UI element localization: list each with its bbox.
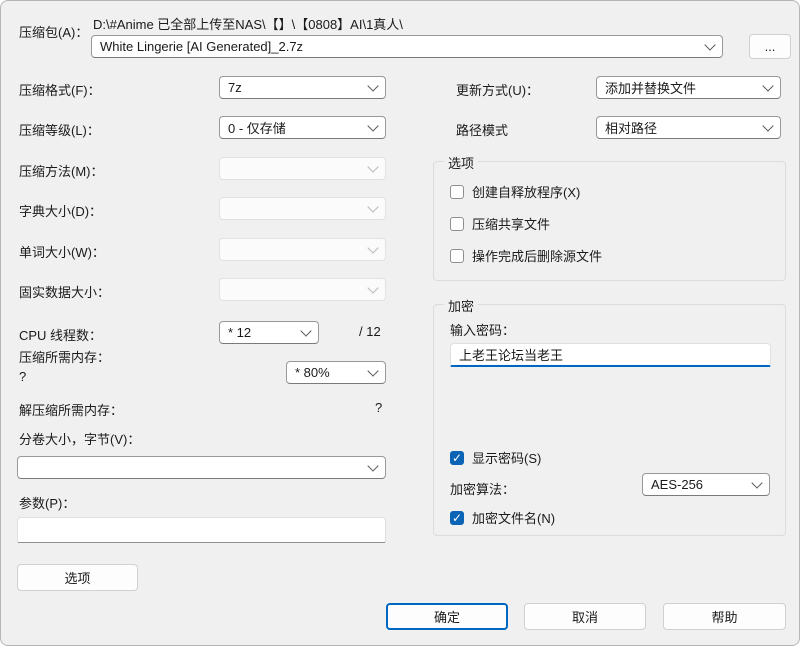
- volume-size-combobox[interactable]: [17, 456, 386, 479]
- chevron-down-icon: [300, 324, 312, 337]
- format-label: 压缩格式(F)：: [19, 83, 101, 98]
- chevron-down-icon: [367, 364, 379, 377]
- ok-button-label: 确定: [433, 610, 460, 625]
- chevron-down-icon: [367, 119, 379, 132]
- checkbox-box: [450, 184, 464, 199]
- archive-name-value: White Lingerie [AI Generated]_2.7z: [100, 39, 304, 54]
- dictionary-label: 字典大小(D)：: [19, 204, 103, 219]
- checkbox-box: [450, 450, 464, 465]
- chevron-down-icon: [367, 241, 379, 254]
- encryption-method-combobox[interactable]: AES-256: [642, 473, 770, 496]
- encryption-method-value: AES-256: [651, 477, 704, 492]
- archive-name-combobox[interactable]: White Lingerie [AI Generated]_2.7z: [91, 35, 723, 58]
- parameters-input[interactable]: [17, 517, 386, 543]
- checkbox-label: 压缩共享文件: [472, 217, 551, 232]
- chevron-down-icon: [367, 459, 379, 472]
- encryption-group-title: 加密: [444, 296, 479, 315]
- memory-compress-combobox[interactable]: * 80%: [286, 361, 386, 384]
- path-mode-combobox[interactable]: 相对路径: [596, 116, 781, 139]
- chevron-down-icon: [367, 281, 379, 294]
- method-combobox: [219, 157, 386, 180]
- method-label: 压缩方法(M)：: [19, 164, 104, 179]
- checkbox-label: 操作完成后删除源文件: [472, 249, 603, 264]
- archive-label: 压缩包(A)：: [19, 25, 89, 40]
- options-group-title: 选项: [444, 153, 479, 172]
- chevron-down-icon: [367, 160, 379, 173]
- update-mode-value: 添加并替换文件: [605, 81, 697, 96]
- solid-size-label: 固实数据大小：: [19, 285, 111, 300]
- format-value: 7z: [228, 80, 242, 95]
- checkbox-label: 加密文件名(N): [472, 511, 556, 526]
- checkbox-label: 创建自释放程序(X): [472, 185, 581, 200]
- chevron-down-icon: [762, 79, 774, 92]
- options-button-label: 选项: [64, 571, 91, 586]
- word-size-combobox: [219, 238, 386, 261]
- password-input[interactable]: 上老王论坛当老王: [450, 343, 771, 367]
- chevron-down-icon: [762, 119, 774, 132]
- memory-compress-value: * 80%: [295, 365, 330, 380]
- memory-decompress-value: ?: [375, 400, 383, 415]
- cancel-button[interactable]: 取消: [524, 603, 646, 630]
- password-value: 上老王论坛当老王: [459, 348, 564, 363]
- encryption-groupbox: 加密 输入密码： 上老王论坛当老王 显示密码(S) 加密算法： AES-256 …: [433, 296, 786, 536]
- checkbox-box: [450, 248, 464, 263]
- browse-button[interactable]: ...: [749, 34, 791, 59]
- ok-button[interactable]: 确定: [386, 603, 508, 630]
- help-button-label: 帮助: [711, 610, 738, 625]
- help-button[interactable]: 帮助: [663, 603, 786, 630]
- cpu-threads-max: / 12: [359, 324, 381, 339]
- password-label: 输入密码：: [450, 323, 516, 338]
- checkbox-show-password[interactable]: 显示密码(S): [450, 448, 541, 467]
- checkbox-compress-shared[interactable]: 压缩共享文件: [450, 214, 550, 233]
- cancel-button-label: 取消: [571, 610, 598, 625]
- cpu-threads-combobox[interactable]: * 12: [219, 321, 319, 344]
- path-mode-label: 路径模式: [456, 123, 509, 138]
- level-label: 压缩等级(L)：: [19, 123, 100, 138]
- volume-size-label: 分卷大小，字节(V)：: [19, 432, 141, 447]
- archive-path: D:\#Anime 已全部上传至NAS\【】\【0808】AI\1真人\: [93, 17, 403, 32]
- memory-compress-label: 压缩所需内存：: [19, 350, 111, 365]
- format-combobox[interactable]: 7z: [219, 76, 386, 99]
- checkbox-create-sfx[interactable]: 创建自释放程序(X): [450, 182, 580, 201]
- chevron-down-icon: [367, 79, 379, 92]
- update-mode-label: 更新方式(U)：: [456, 83, 540, 98]
- update-mode-combobox[interactable]: 添加并替换文件: [596, 76, 781, 99]
- encryption-method-label: 加密算法：: [450, 482, 516, 497]
- checkbox-delete-after[interactable]: 操作完成后删除源文件: [450, 246, 602, 265]
- chevron-down-icon: [751, 476, 763, 489]
- level-value: 0 - 仅存储: [228, 121, 286, 136]
- cpu-threads-label: CPU 线程数：: [19, 328, 103, 343]
- cpu-threads-value: * 12: [228, 325, 252, 340]
- memory-compress-hint: ?: [19, 369, 27, 384]
- checkbox-encrypt-filenames[interactable]: 加密文件名(N): [450, 508, 555, 527]
- browse-button-label: ...: [764, 39, 776, 54]
- checkbox-box: [450, 216, 464, 231]
- checkbox-box: [450, 510, 464, 525]
- add-to-archive-dialog: 压缩包(A)： D:\#Anime 已全部上传至NAS\【】\【0808】AI\…: [0, 0, 800, 646]
- memory-decompress-label: 解压缩所需内存：: [19, 403, 124, 418]
- word-size-label: 单词大小(W)：: [19, 245, 105, 260]
- level-combobox[interactable]: 0 - 仅存储: [219, 116, 386, 139]
- chevron-down-icon: [367, 200, 379, 213]
- checkbox-label: 显示密码(S): [472, 451, 542, 466]
- solid-size-combobox: [219, 278, 386, 301]
- options-button[interactable]: 选项: [17, 564, 138, 591]
- path-mode-value: 相对路径: [605, 121, 658, 136]
- chevron-down-icon: [704, 38, 716, 51]
- options-groupbox: 选项 创建自释放程序(X) 压缩共享文件 操作完成后删除源文件: [433, 153, 786, 281]
- dictionary-combobox: [219, 197, 386, 220]
- parameters-label: 参数(P)：: [19, 496, 76, 511]
